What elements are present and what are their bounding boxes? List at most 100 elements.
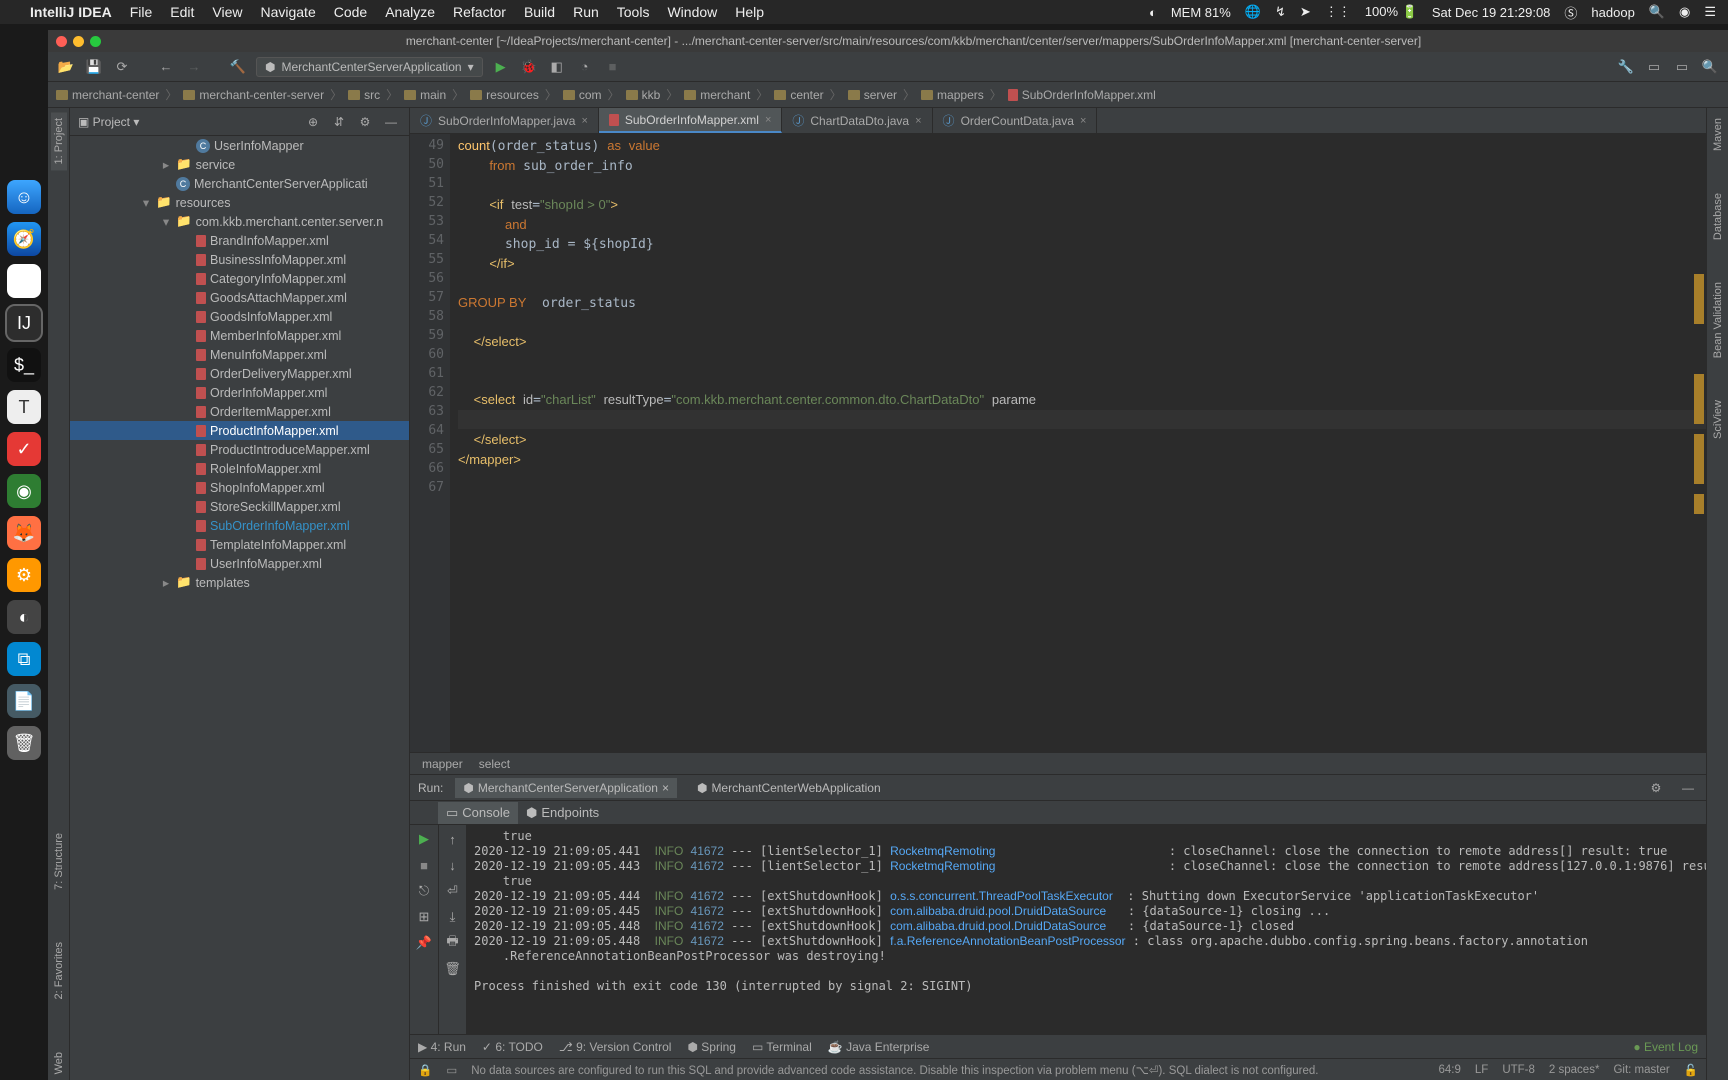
dock-green-icon[interactable]: ◉ <box>7 474 41 508</box>
menu-code[interactable]: Code <box>334 4 367 20</box>
stop-button[interactable]: ■ <box>603 57 623 77</box>
tool-database[interactable]: Database <box>1710 187 1726 246</box>
menu-file[interactable]: File <box>130 4 153 20</box>
menu-help[interactable]: Help <box>735 4 764 20</box>
run-tab-web[interactable]: ⬢ MerchantCenterWebApplication <box>689 778 889 798</box>
menu-view[interactable]: View <box>212 4 242 20</box>
event-log[interactable]: ● Event Log <box>1633 1040 1698 1054</box>
down-icon[interactable]: ↓ <box>443 855 463 875</box>
menu-window[interactable]: Window <box>667 4 717 20</box>
clock[interactable]: Sat Dec 19 21:29:08 <box>1432 5 1551 20</box>
stop-run-button[interactable]: ■ <box>414 855 434 875</box>
menu-refactor[interactable]: Refactor <box>453 4 506 20</box>
menu-navigate[interactable]: Navigate <box>260 4 315 20</box>
close-tab-icon[interactable]: × <box>1080 115 1086 127</box>
tree-item[interactable]: ShopInfoMapper.xml <box>70 478 409 497</box>
minimize-icon[interactable] <box>73 36 84 47</box>
refresh-icon[interactable]: ⟳ <box>112 57 132 77</box>
wrap-icon[interactable]: ⏎ <box>443 881 463 901</box>
status-padlock-icon[interactable]: 🔓 <box>1684 1063 1698 1077</box>
close-tab-icon[interactable]: × <box>581 115 587 127</box>
tree-item[interactable]: ▸📁 service <box>70 155 409 174</box>
run-settings-icon[interactable]: ⚙ <box>1646 778 1666 798</box>
dock-settings-icon[interactable]: ⚙ <box>7 558 41 592</box>
print-icon[interactable]: 🖶 <box>443 933 463 953</box>
collapse-icon[interactable]: ⇵ <box>329 112 349 132</box>
layout-button[interactable]: ⊞ <box>414 907 434 927</box>
dock-trash-icon[interactable]: 🗑 <box>7 726 41 760</box>
console-output[interactable]: true 2020-12-19 21:09:05.441 INFO 41672 … <box>466 825 1706 1034</box>
globe-icon[interactable]: 🌐 <box>1245 4 1261 20</box>
settings-gear-icon[interactable]: ⚙ <box>355 112 375 132</box>
caret-pos[interactable]: 64:9 <box>1439 1064 1461 1076</box>
menu-icon[interactable]: ☰ <box>1704 4 1716 20</box>
bt-todo[interactable]: ✓ 6: TODO <box>482 1040 543 1054</box>
dock-finder-icon[interactable]: ☺ <box>7 180 41 214</box>
tree-item[interactable]: BrandInfoMapper.xml <box>70 231 409 250</box>
run-tab-server[interactable]: ⬢ MerchantCenterServerApplication × <box>455 778 677 798</box>
editor-tab[interactable]: Ⓙ SubOrderInfoMapper.java × <box>410 108 599 133</box>
editor-tab[interactable]: Ⓙ OrderCountData.java × <box>933 108 1098 133</box>
forward-icon[interactable]: → <box>184 57 204 77</box>
tree-item[interactable]: TemplateInfoMapper.xml <box>70 535 409 554</box>
tree-item[interactable]: MemberInfoMapper.xml <box>70 326 409 345</box>
sync-icon[interactable]: ↯ <box>1275 4 1286 20</box>
dock-vscode-icon[interactable]: ⧉ <box>7 642 41 676</box>
console-tab[interactable]: ▭ Console <box>438 802 518 824</box>
tree-item[interactable]: ▾📁 resources <box>70 193 409 212</box>
project-view-label[interactable]: ▣ Project ▾ <box>78 115 139 129</box>
tree-item[interactable]: GoodsAttachMapper.xml <box>70 288 409 307</box>
run-hide-icon[interactable]: — <box>1678 778 1698 798</box>
tree-item[interactable]: ▸📁 templates <box>70 573 409 592</box>
bc-mapper[interactable]: mapper <box>422 757 463 771</box>
debug-button[interactable]: 🐞 <box>519 57 539 77</box>
dock-firefox-icon[interactable]: 🦊 <box>7 516 41 550</box>
dock-app-icon[interactable]: ◐ <box>7 600 41 634</box>
git-branch[interactable]: Git: master <box>1613 1064 1669 1076</box>
fullscreen-icon[interactable] <box>90 36 101 47</box>
dock-todoist-icon[interactable]: ✓ <box>7 432 41 466</box>
editor-tab[interactable]: SubOrderInfoMapper.xml × <box>599 108 783 133</box>
menu-analyze[interactable]: Analyze <box>385 4 435 20</box>
indent[interactable]: 2 spaces* <box>1549 1064 1600 1076</box>
close-tab-icon[interactable]: × <box>765 114 771 126</box>
tree-item[interactable]: OrderInfoMapper.xml <box>70 383 409 402</box>
tree-item[interactable]: SubOrderInfoMapper.xml <box>70 516 409 535</box>
clear-icon[interactable]: 🗑 <box>443 959 463 979</box>
structure-icon[interactable]: ▭ <box>1672 57 1692 77</box>
encoding[interactable]: UTF-8 <box>1502 1064 1535 1076</box>
app-name[interactable]: IntelliJ IDEA <box>30 4 112 20</box>
tree-item[interactable]: CategoryInfoMapper.xml <box>70 269 409 288</box>
coverage-button[interactable]: ◧ <box>547 57 567 77</box>
dock-text-icon[interactable]: T <box>7 390 41 424</box>
crumb-resources[interactable]: resources <box>470 88 539 102</box>
settings-icon[interactable]: 🔧 <box>1616 57 1636 77</box>
dock-safari-icon[interactable]: 🧭 <box>7 222 41 256</box>
tree-item[interactable]: RoleInfoMapper.xml <box>70 459 409 478</box>
tool-beanvalidation[interactable]: Bean Validation <box>1710 276 1726 364</box>
endpoints-tab[interactable]: ⬢ Endpoints <box>518 802 607 824</box>
tool-web[interactable]: Web <box>51 1046 67 1080</box>
error-stripe[interactable] <box>1692 134 1704 752</box>
profile-button[interactable]: ◔ <box>575 57 595 77</box>
project-tree[interactable]: C UserInfoMapper▸📁 serviceC MerchantCent… <box>70 136 409 1080</box>
bt-vcs[interactable]: ⎇ 9: Version Control <box>559 1040 672 1054</box>
dock-terminal-icon[interactable]: $_ <box>7 348 41 382</box>
dock-doc-icon[interactable]: 📄 <box>7 684 41 718</box>
search-icon[interactable]: 🔍 <box>1700 57 1720 77</box>
tool-structure[interactable]: 7: Structure <box>51 827 67 896</box>
user-label[interactable]: hadoop <box>1591 5 1634 20</box>
crumb-kkb[interactable]: kkb <box>626 88 661 102</box>
tree-item[interactable]: GoodsInfoMapper.xml <box>70 307 409 326</box>
run-config-dropdown[interactable]: ⬢ MerchantCenterServerApplication ▾ <box>256 57 483 77</box>
siri-icon[interactable]: ◉ <box>1679 4 1690 20</box>
crumb-src[interactable]: src <box>348 88 380 102</box>
wifi-icon[interactable]: ⋮⋮ <box>1325 4 1351 20</box>
pin-button[interactable]: 📌 <box>414 933 434 953</box>
sdk-icon[interactable]: ▭ <box>1644 57 1664 77</box>
bt-spring[interactable]: ⬢ Spring <box>687 1040 736 1054</box>
crumb-merchant[interactable]: merchant <box>684 88 750 102</box>
run-button[interactable]: ▶ <box>491 57 511 77</box>
bt-terminal[interactable]: ▭ Terminal <box>752 1040 812 1054</box>
crumb-merchant-center[interactable]: merchant-center <box>56 88 159 102</box>
